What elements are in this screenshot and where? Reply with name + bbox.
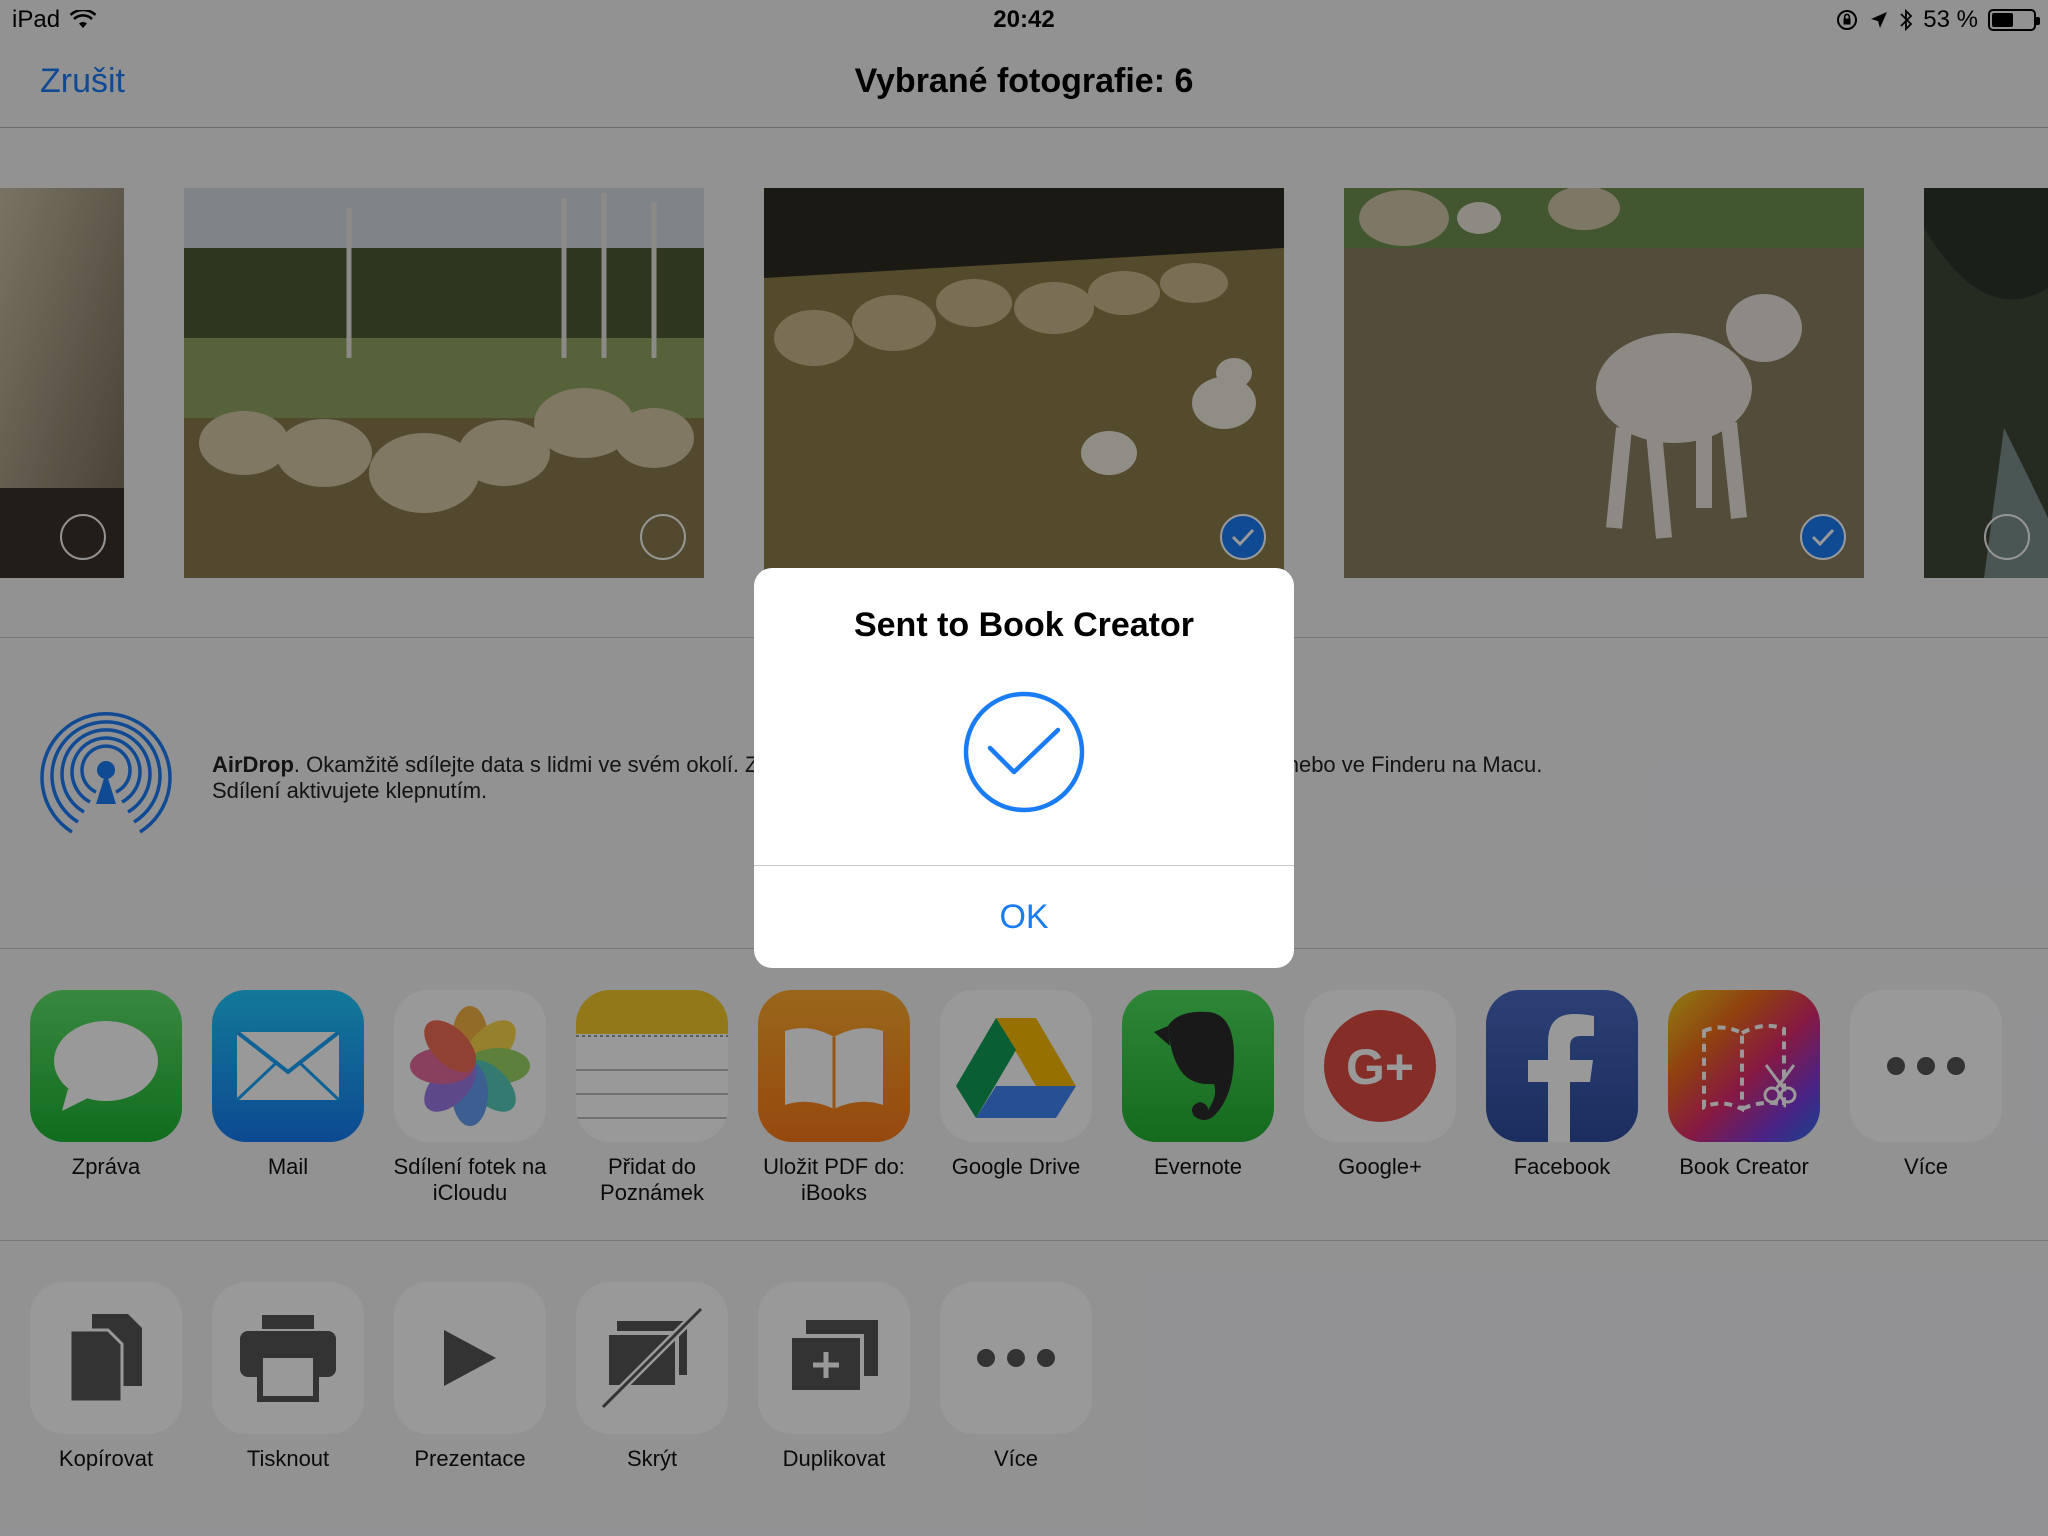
alert-title: Sent to Book Creator bbox=[853, 606, 1195, 644]
checkmark-circle-icon bbox=[963, 691, 1085, 813]
alert-dialog: Sent to Book Creator OK bbox=[754, 568, 1294, 968]
ok-button[interactable]: OK bbox=[754, 866, 1294, 968]
